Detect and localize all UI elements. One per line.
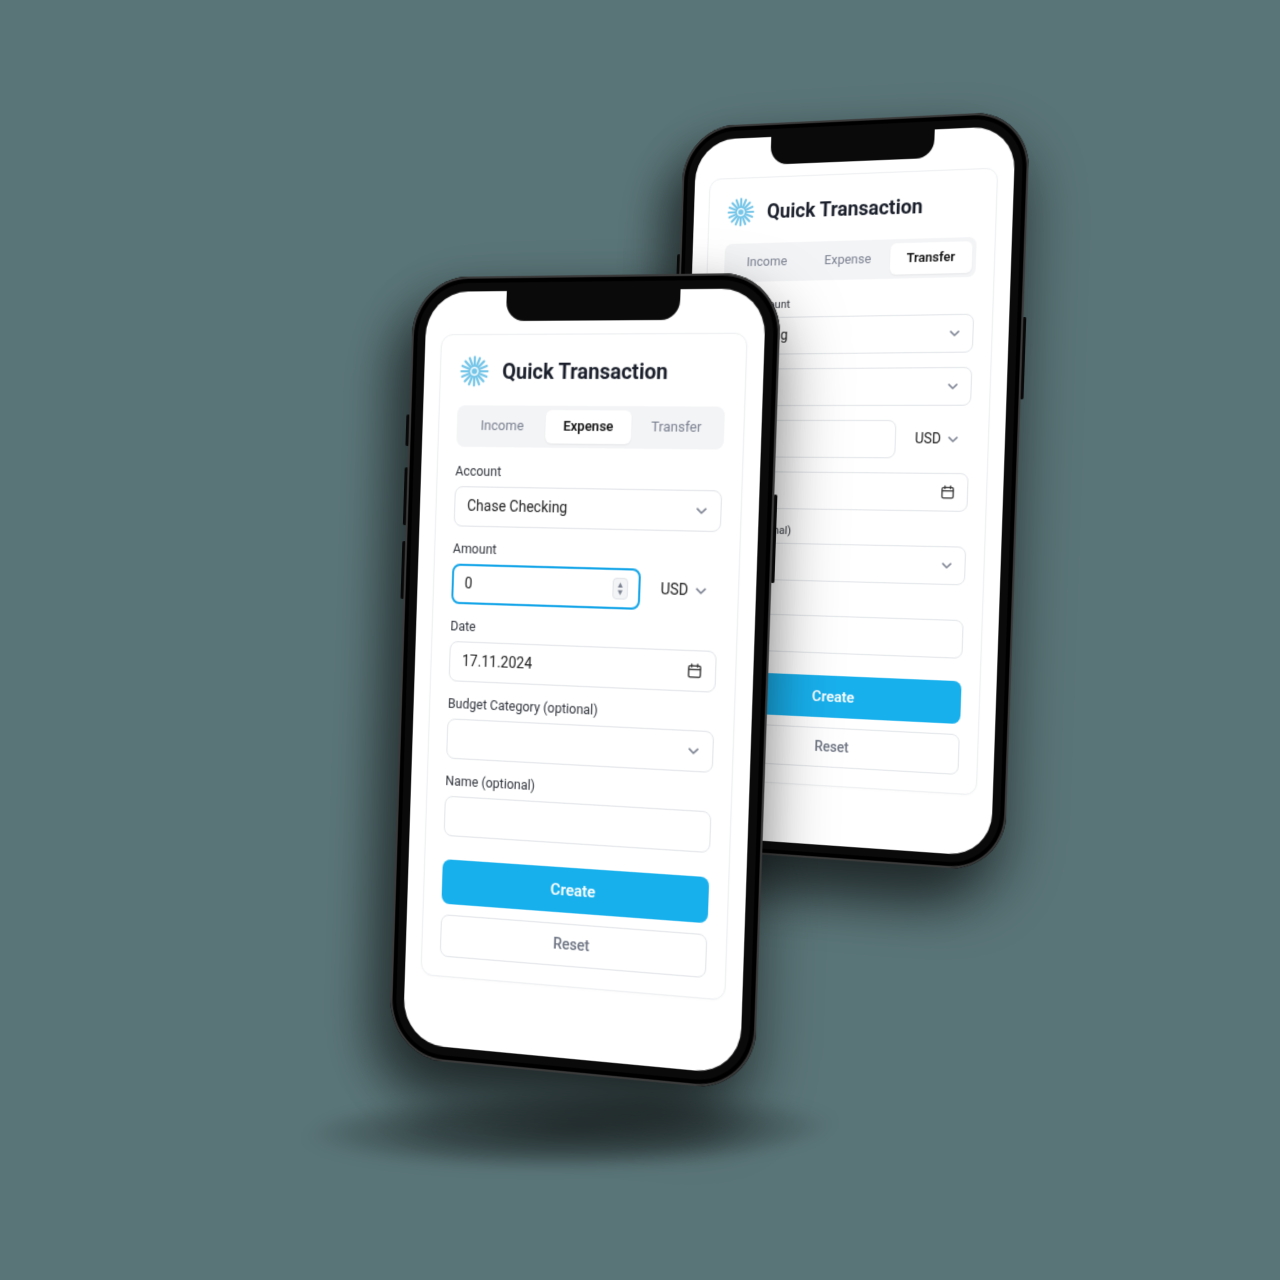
calendar-icon (940, 485, 955, 500)
quick-transaction-card: Quick Transaction Income Expense Transfe… (421, 333, 748, 1001)
account-label: Account (455, 464, 723, 484)
tab-transfer[interactable]: Transfer (889, 241, 972, 275)
chevron-down-icon (947, 380, 959, 392)
amount-label: Amount (453, 541, 721, 564)
number-stepper-icon[interactable]: ▲▼ (612, 578, 629, 600)
date-label: Date (450, 619, 717, 645)
chevron-down-icon (941, 559, 953, 571)
chevron-down-icon (947, 433, 959, 445)
card-title: Quick Transaction (767, 194, 924, 223)
calendar-icon (686, 662, 702, 679)
card-title: Quick Transaction (502, 358, 668, 384)
tab-expense[interactable]: Expense (545, 410, 631, 444)
phone-notch (770, 129, 934, 164)
account-value: Chase Checking (467, 498, 568, 517)
phone-front: Quick Transaction Income Expense Transfe… (389, 273, 782, 1092)
date-input[interactable]: 17.11.2024 (449, 641, 717, 693)
phone-notch (506, 289, 681, 321)
tab-transfer[interactable]: Transfer (632, 411, 720, 446)
chevron-down-icon (694, 584, 707, 598)
tab-expense[interactable]: Expense (807, 243, 888, 276)
date-value: 17.11.2024 (462, 653, 533, 673)
name-input[interactable] (444, 796, 712, 854)
chevron-down-icon (695, 504, 708, 517)
amount-value: 0 (464, 576, 472, 593)
currency-value: USD (915, 431, 942, 447)
chevron-down-icon (687, 744, 700, 758)
app-logo-icon (726, 196, 757, 229)
tab-income[interactable]: Income (460, 410, 544, 444)
currency-select[interactable]: USD (648, 569, 719, 613)
amount-input[interactable]: 0 ▲▼ (451, 563, 641, 609)
reset-button[interactable]: Reset (440, 914, 708, 978)
chevron-down-icon (948, 327, 960, 339)
app-logo-icon (458, 354, 491, 388)
account-select[interactable]: Chase Checking (454, 486, 723, 532)
currency-value: USD (660, 581, 688, 599)
create-button[interactable]: Create (441, 859, 709, 923)
category-select[interactable] (446, 718, 714, 773)
tabs: Income Expense Transfer (456, 405, 725, 449)
currency-select[interactable]: USD (903, 420, 970, 459)
